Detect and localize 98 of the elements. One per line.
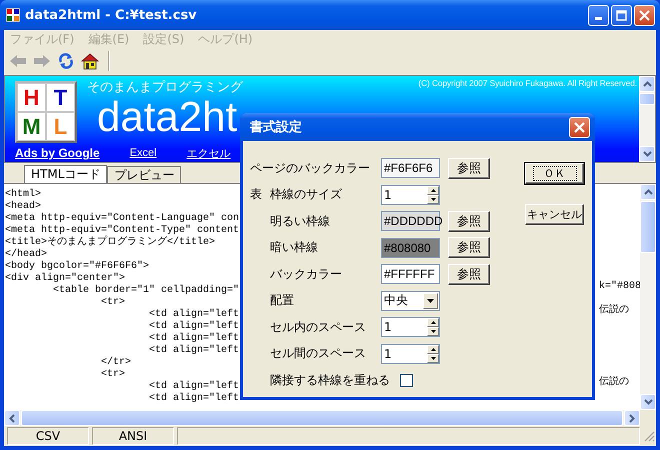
up-arrow-icon (430, 321, 436, 324)
code-line: <td align="left (148, 309, 240, 320)
code-line: <td align="left (148, 345, 240, 356)
code-line: <tr> (100, 297, 126, 308)
code-line: <title>そのまんまプログラミング</title> (5, 237, 216, 248)
scroll-thumb[interactable] (639, 93, 655, 105)
browse-button[interactable]: 参照 (448, 237, 490, 258)
left-arrow-icon (9, 53, 27, 69)
status-panel: ANSI (92, 427, 174, 445)
tab[interactable]: プレビュー (107, 166, 182, 183)
close-icon (574, 122, 585, 132)
code-line: <meta http-equiv="Content-Language" con (5, 213, 240, 224)
dialog-button[interactable]: ＯＫ (525, 163, 584, 184)
code-line: </tr> (100, 357, 132, 368)
color-field[interactable]: #FFFFFF (381, 264, 440, 284)
scroll-left-button[interactable] (4, 410, 20, 426)
dropdown[interactable]: 中央 (381, 290, 440, 311)
copyright-text: (C) Copyright 2007 Syuichiro Fukagawa. All Right Reserved. (418, 78, 638, 88)
down-arrow-icon (430, 330, 436, 334)
status-panel: CSV (7, 427, 89, 445)
vertical-scrollbar[interactable] (639, 76, 655, 162)
down-arrow-icon (430, 356, 436, 360)
dialog-button[interactable]: キャンセル (525, 204, 584, 225)
code-line: <body bgcolor="#F6F6F6"> (5, 261, 150, 272)
browse-button[interactable]: 参照 (448, 264, 490, 285)
field-label: 暗い枠線 (270, 239, 319, 256)
app-logo-icon (6, 8, 20, 22)
color-field[interactable]: #808080 (381, 238, 440, 258)
field-label: セル内のスペース (270, 318, 367, 336)
banner-link[interactable]: Ads by Google (15, 146, 100, 160)
browse-button[interactable]: 参照 (448, 158, 490, 179)
chevron-right-icon (629, 414, 635, 422)
maximize-icon (616, 10, 627, 20)
banner-link[interactable]: Excel (130, 147, 157, 159)
field-label: ページのバックカラー (250, 160, 371, 177)
banner-subtitle: そのまんまプログラミング (87, 79, 243, 96)
spin-field[interactable]: 1 (381, 344, 440, 364)
dialog-title: 書式設定 (250, 118, 302, 136)
right-arrow-icon (33, 53, 51, 69)
scroll-down-button[interactable] (639, 146, 655, 162)
code-line: <td align="left (148, 393, 240, 404)
field-label: 明るい枠線 (270, 212, 331, 230)
code-line: </head> (5, 249, 48, 260)
code-line: <td align="left (148, 321, 240, 332)
up-arrow-icon (430, 188, 436, 192)
code-line: <html> (5, 189, 42, 200)
close-button[interactable] (569, 116, 590, 138)
spin-field[interactable]: 1 (381, 184, 440, 205)
refresh-button[interactable] (56, 51, 76, 71)
code-line: <td align="left (148, 333, 240, 344)
close-icon (639, 10, 650, 20)
code-line: <head> (5, 201, 42, 212)
code-line: <meta http-equiv="Content-Type" content (5, 225, 240, 236)
field-label: 枠線のサイズ (270, 186, 343, 204)
chevron-up-icon (642, 81, 652, 87)
scroll-right-button[interactable] (624, 410, 640, 426)
code-fragment: 伝説の (599, 377, 629, 389)
maximize-button[interactable] (611, 4, 632, 26)
spin-field[interactable]: 1 (381, 317, 440, 338)
code-fragment: k="#808 (599, 281, 640, 293)
html-logo: H T M L (15, 81, 77, 143)
chevron-up-icon (644, 189, 652, 195)
up-arrow-icon (430, 348, 436, 351)
down-arrow-icon (430, 198, 436, 201)
scroll-up-button[interactable] (639, 76, 655, 92)
field-label: 表 (250, 186, 263, 204)
code-line: <tr> (100, 369, 126, 380)
house-icon (81, 52, 99, 70)
code-line: <div align="center"> (5, 273, 126, 284)
vertical-scrollbar[interactable] (640, 184, 656, 410)
field-label: セル間のスペース (270, 345, 367, 362)
code-line: <td align="left (148, 381, 240, 392)
code-line: <table border="1" cellpadding=" (52, 285, 240, 296)
chevron-down-icon (644, 399, 652, 405)
minimize-button[interactable] (588, 4, 609, 26)
code-fragment: 伝説の (599, 305, 629, 317)
refresh-icon (58, 53, 74, 69)
down-arrow-icon (427, 298, 434, 303)
field-label: 配置 (270, 292, 295, 310)
window-title: data2html - C:¥test.csv (25, 8, 197, 22)
browse-button[interactable]: 参照 (448, 210, 490, 232)
color-field[interactable]: #DDDDDD (381, 211, 440, 232)
banner-title: data2ht (97, 96, 238, 138)
field-label: 隣接する枠線を重ねる (270, 372, 390, 389)
color-field[interactable]: #F6F6F6 (381, 158, 440, 178)
scroll-thumb[interactable] (640, 201, 656, 253)
close-button[interactable] (634, 4, 655, 26)
chevron-left-icon (9, 414, 15, 422)
tab[interactable]: HTMLコード (24, 165, 108, 183)
field-label: バックカラー (270, 266, 343, 283)
scroll-down-button[interactable] (640, 394, 656, 410)
checkbox[interactable] (400, 374, 413, 387)
scroll-up-button[interactable] (640, 184, 656, 200)
chevron-down-icon (642, 151, 652, 157)
banner-link[interactable]: エクセル (186, 146, 231, 160)
minimize-icon (595, 16, 602, 20)
home-button[interactable] (80, 51, 100, 71)
resize-grip-icon (643, 430, 655, 442)
